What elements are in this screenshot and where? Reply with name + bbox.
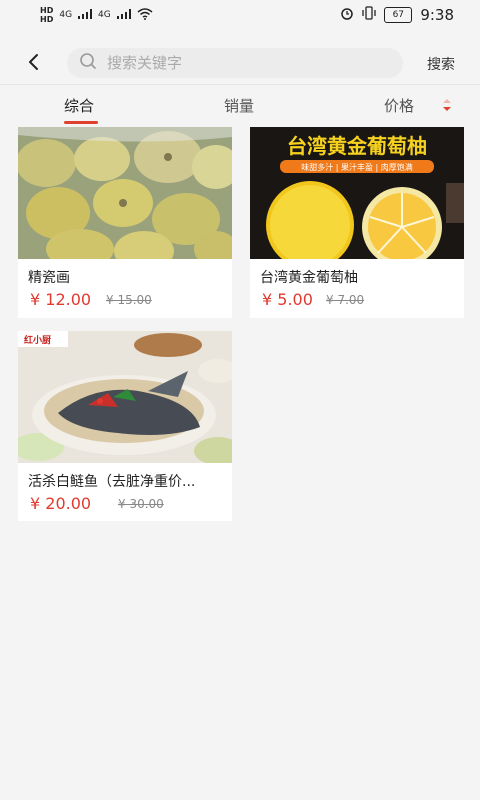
product-name: 活杀白鲢鱼（去脏净重价... [28, 474, 196, 490]
sort-tabs: 综合 销量 价格 [0, 84, 480, 125]
product-original-price: ¥ 7.00 [326, 293, 365, 307]
product-image [18, 127, 232, 259]
clock: 9:38 [420, 6, 454, 24]
signal-icon [78, 8, 93, 22]
back-arrow-icon [29, 54, 38, 70]
brand-logo: 红小厨 [24, 334, 51, 346]
signal-icon [116, 8, 131, 22]
tab-comprehensive[interactable]: 综合 [64, 95, 94, 116]
search-bar[interactable] [67, 48, 403, 78]
product-image: 红小厨 [18, 331, 232, 463]
tab-sales[interactable]: 销量 [224, 95, 254, 116]
product-card[interactable]: 台湾黄金葡萄柚 味甜多汁 | 果汁丰盈 | 肉厚饱满 台湾黄金葡萄柚 ¥ 5.0… [250, 127, 464, 318]
banner-title: 台湾黄金葡萄柚 [287, 134, 427, 158]
active-tab-indicator [64, 121, 98, 124]
product-image: 台湾黄金葡萄柚 味甜多汁 | 果汁丰盈 | 肉厚饱满 [250, 127, 464, 259]
back-button[interactable] [22, 50, 46, 74]
battery-icon: 67 [384, 7, 413, 23]
product-original-price: ¥ 30.00 [118, 497, 164, 511]
product-price: ¥ 20.00 [30, 494, 92, 513]
sort-arrow-icon[interactable] [440, 97, 454, 117]
product-card[interactable]: 红小厨 活杀白鲢鱼（去脏净重价... ¥ 20.00 ¥ 30.00 [18, 331, 232, 521]
vibrate-icon [362, 6, 376, 24]
product-name: 精瓷画 [28, 270, 70, 286]
banner-tags: 味甜多汁 | 果汁丰盈 | 肉厚饱满 [301, 162, 413, 172]
product-price: ¥ 5.00 [262, 290, 313, 309]
search-icon [79, 52, 97, 74]
product-original-price: ¥ 15.00 [106, 293, 152, 307]
hd-icon: HD HD [40, 6, 54, 24]
product-name: 台湾黄金葡萄柚 [260, 270, 358, 286]
network-type-1: 4G [59, 10, 73, 20]
search-input[interactable] [105, 53, 369, 73]
tab-price[interactable]: 价格 [384, 95, 414, 116]
product-card[interactable]: 精瓷画 ¥ 12.00 ¥ 15.00 [18, 127, 232, 318]
search-button[interactable]: 搜索 [427, 54, 455, 74]
alarm-icon [340, 6, 354, 24]
search-header: 搜索 [0, 38, 480, 88]
status-right: 67 9:38 [340, 6, 454, 24]
network-type-2: 4G [98, 10, 111, 20]
status-bar: HD HD 4G 4G 67 9:38 [0, 0, 480, 30]
product-price: ¥ 12.00 [30, 290, 92, 309]
status-left: HD HD 4G 4G [40, 6, 153, 24]
wifi-icon [137, 7, 153, 23]
